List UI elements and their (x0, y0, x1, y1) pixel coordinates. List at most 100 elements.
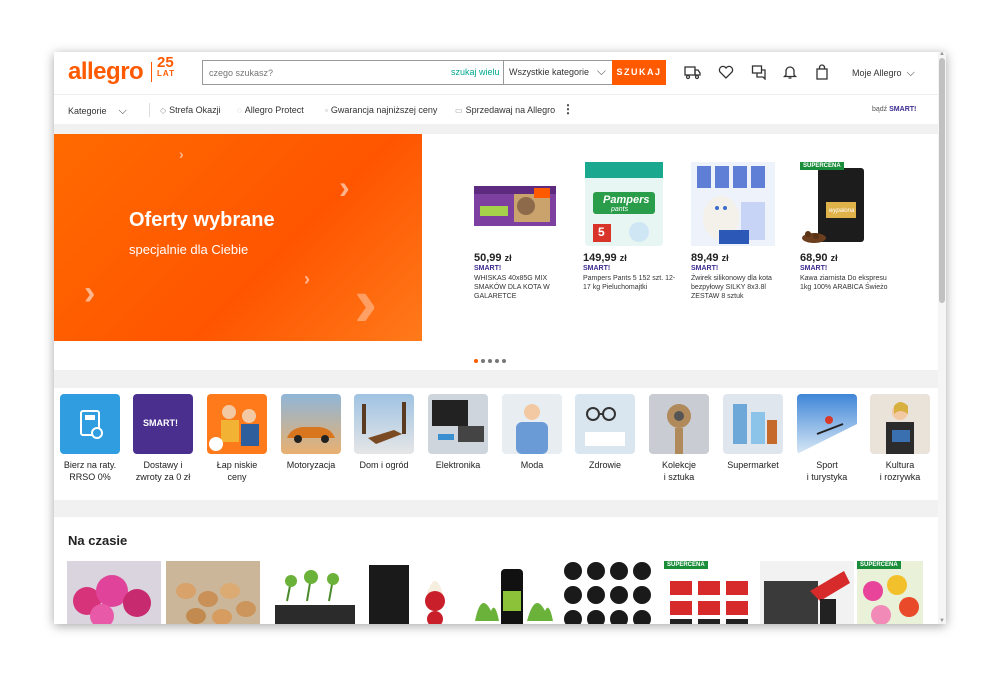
supercena-badge: SUPERCENA (857, 561, 901, 569)
nav-item-label: Allegro Protect (244, 105, 304, 115)
category-tile-elektronika[interactable]: Elektronika (421, 394, 495, 471)
category-tile-sport[interactable]: Sport i turystyka (790, 394, 864, 483)
trending-item[interactable]: SUPERCENA (857, 561, 923, 624)
categories-dropdown[interactable]: Kategorie ⌵ (68, 105, 127, 118)
nav-item-allegro-protect[interactable]: ◌ Allegro Protect (237, 105, 304, 115)
promo-banner[interactable]: › › › › › Oferty wybrane specjalnie dla … (54, 134, 422, 341)
carousel-dot[interactable] (481, 359, 485, 363)
category-label: Zdrowie (588, 460, 621, 470)
category-label: Dom i ogród (359, 460, 409, 470)
category-label: Sport i turystyka (806, 460, 848, 482)
anniversary-text: LAT (157, 69, 175, 78)
category-label: Kultura i rozrywka (879, 460, 921, 482)
product-card[interactable]: 89,49 zł SMART! Żwirek silikonowy dla ko… (691, 162, 787, 301)
trending-item[interactable]: SUPERCENA (664, 561, 758, 624)
category-tile-niskie-ceny[interactable]: Łap niskie ceny (200, 394, 274, 483)
calculator-icon (60, 394, 120, 454)
category-select-value: Wszystkie kategorie (509, 67, 590, 77)
coffee-package-text: wypalona (829, 208, 855, 214)
category-image (428, 394, 488, 454)
section-title: Na czasie (68, 533, 128, 548)
more-vertical-icon[interactable]: ⋮ (562, 103, 574, 115)
trending-item[interactable] (166, 561, 260, 624)
pampers-size-text: 5 (598, 225, 605, 239)
category-image (502, 394, 562, 454)
smart-label: SMART! (800, 265, 828, 272)
category-image (723, 394, 783, 454)
carousel-dot[interactable] (488, 359, 492, 363)
trending-item[interactable] (67, 561, 161, 624)
chevron-right-icon: › (304, 269, 310, 289)
delivery-truck-icon[interactable] (683, 64, 701, 82)
product-card[interactable]: SUPERCENA wypalona 68,90 zł SMART! Kawa … (800, 162, 896, 292)
smart-label: SMART! (474, 265, 502, 272)
product-name: Pampers Pants 5 152 szt. 12-17 kg Pieluc… (583, 275, 676, 291)
browser-page: allegro 25 LAT szukaj wielu Wszystkie ka… (54, 52, 946, 624)
shopping-bag-icon[interactable] (813, 64, 831, 82)
category-image (870, 394, 930, 454)
chevron-right-icon: › (84, 274, 96, 312)
category-tile-motoryzacja[interactable]: Motoryzacja (274, 394, 348, 471)
smart-tile-image: SMART! (133, 394, 193, 454)
search-many-link[interactable]: szukaj wielu (451, 67, 500, 77)
shield-icon: ◌ (237, 106, 242, 115)
my-allegro-menu[interactable]: Moje Allegro ⌵ (852, 67, 915, 80)
trending-section: Na czasie SUPERCENA SUPERCENA (54, 517, 938, 624)
chat-icon[interactable] (750, 64, 768, 82)
carousel-dots (474, 350, 509, 368)
carousel-dot[interactable] (495, 359, 499, 363)
category-tile-kolekcje[interactable]: Kolekcje i sztuka (642, 394, 716, 483)
trending-item[interactable] (465, 561, 559, 624)
category-tile-moda[interactable]: Moda (495, 394, 569, 471)
category-select[interactable]: Wszystkie kategorie ⌵ (503, 61, 612, 84)
category-tile-raty[interactable]: Bierz na raty. RRSO 0% (54, 394, 127, 483)
product-name: Żwirek silikonowy dla kota bezpyłowy SIL… (691, 275, 772, 300)
smart-tile-text: SMART! (143, 418, 178, 428)
category-label: Motoryzacja (286, 460, 336, 470)
pampers-brand-text: Pampers (603, 194, 650, 206)
anniversary-badge: 25 LAT (157, 55, 175, 78)
chevron-right-icon: › (339, 169, 350, 205)
nav-item-label: Sprzedawaj na Allegro (465, 105, 556, 115)
badge-icon: ▫ (325, 106, 328, 115)
banner-title: Oferty wybrane (129, 209, 275, 231)
product-card[interactable]: 50,99 zł SMART! WHISKAS 40x85G MIX SMAKÓ… (474, 162, 570, 301)
scrollbar-thumb[interactable] (939, 58, 945, 303)
carousel-dot[interactable] (474, 359, 478, 363)
category-image (797, 394, 857, 454)
nav-item-strefa-okazji[interactable]: ◇ Strefa Okazji (160, 105, 221, 115)
heart-icon[interactable] (717, 64, 735, 82)
trending-item[interactable] (760, 561, 854, 624)
category-tile-kultura[interactable]: Kultura i rozrywka (863, 394, 937, 483)
category-tile-supermarket[interactable]: Supermarket (716, 394, 790, 471)
scroll-down-icon[interactable]: ▼ (939, 618, 945, 624)
smart-label: SMART! (583, 265, 611, 272)
category-label: Moda (520, 460, 544, 470)
trending-item[interactable] (561, 561, 655, 624)
nav-item-sprzedawaj[interactable]: ▭ Sprzedawaj na Allegro (455, 105, 555, 115)
chevron-right-icon: › (354, 263, 378, 341)
category-image (207, 394, 267, 454)
vertical-scrollbar[interactable]: ▲ ▼ (938, 52, 946, 624)
allegro-logo[interactable]: allegro (68, 58, 144, 86)
bell-icon[interactable] (781, 64, 799, 82)
my-allegro-label: Moje Allegro (852, 68, 902, 78)
nav-item-gwarancja[interactable]: ▫ Gwarancja najniższej ceny (325, 105, 437, 115)
product-image (691, 162, 775, 246)
smart-promo-link[interactable]: bądź SMART! (872, 106, 916, 113)
category-image (354, 394, 414, 454)
trending-item[interactable] (365, 561, 459, 624)
category-tile-dostawy[interactable]: SMART! Dostawy i zwroty za 0 zł (126, 394, 200, 483)
trending-item[interactable] (267, 561, 361, 624)
product-card[interactable]: Pampers pants 5 149,99 zł SMART! Pampers… (583, 162, 679, 292)
chevron-down-icon: ⌵ (906, 67, 915, 79)
carousel-dot[interactable] (502, 359, 506, 363)
header: allegro 25 LAT szukaj wielu Wszystkie ka… (54, 52, 938, 94)
category-tile-dom-i-ogrod[interactable]: Dom i ogród (347, 394, 421, 471)
category-label: Bierz na raty. RRSO 0% (63, 460, 117, 482)
search-button[interactable]: SZUKAJ (612, 60, 666, 85)
category-label: Łap niskie ceny (216, 460, 258, 482)
scroll-up-icon[interactable]: ▲ (939, 52, 945, 57)
category-tile-zdrowie[interactable]: Zdrowie (568, 394, 642, 471)
search-bar: szukaj wielu Wszystkie kategorie ⌵ SZUKA… (202, 60, 666, 85)
